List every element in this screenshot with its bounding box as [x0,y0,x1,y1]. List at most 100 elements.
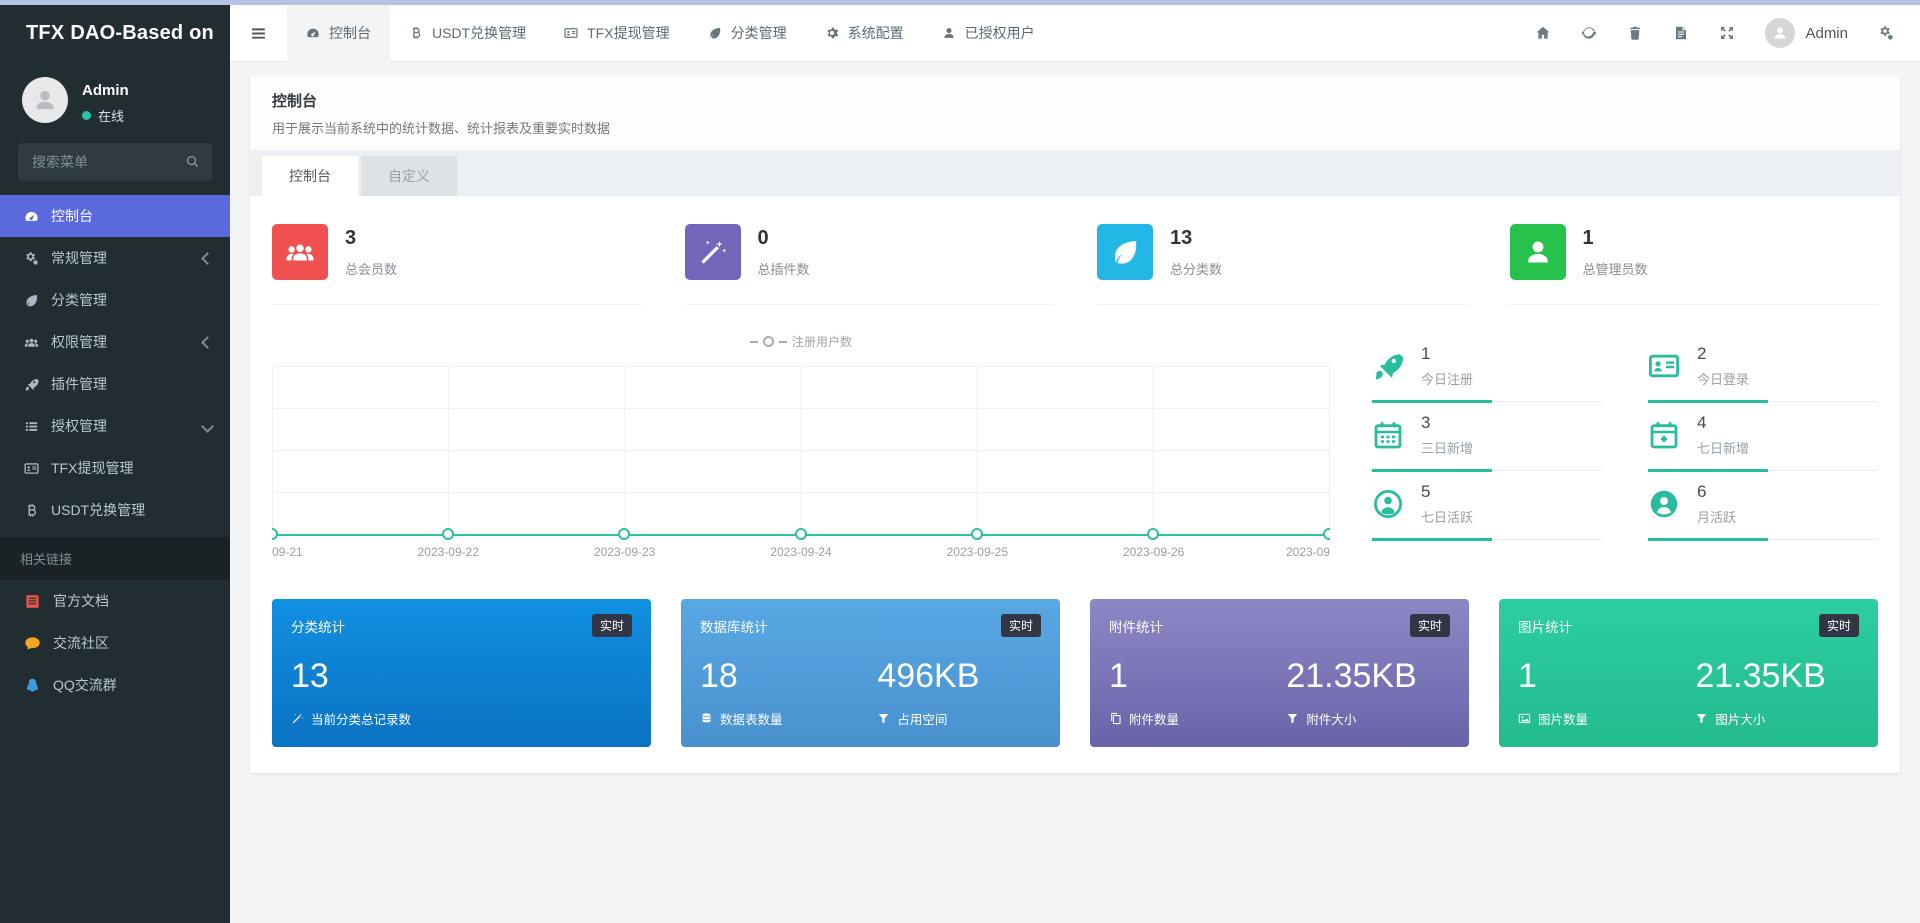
chart-legend[interactable]: 注册用户数 [272,333,1330,350]
card-second-value: 496KB [877,659,979,693]
topnav-tab-dashboard[interactable]: 控制台 [287,5,390,62]
users-icon [24,335,39,350]
sidebar-link-qq-group[interactable]: QQ交流群 [0,664,230,706]
mini-stat-value: 2 [1697,344,1749,364]
topnav-tab-label: TFX提现管理 [587,23,669,43]
stat-label: 总会员数 [345,259,397,278]
sidebar-item-general[interactable]: 常规管理 [0,237,230,279]
x-tick-label: 2023-09-25 [947,545,1008,559]
topnav-tab-label: 系统配置 [848,23,904,43]
sidebar-item-tfx-withdraw[interactable]: TFX提现管理 [0,447,230,489]
list-icon [24,419,39,434]
chevron-down-icon [201,420,214,433]
chart-point [442,528,454,540]
sidebar-link-docs[interactable]: 官方文档 [0,580,230,622]
page-subtitle: 用于展示当前系统中的统计数据、统计报表及重要实时数据 [272,118,1878,137]
mini-stat-7day-active: 5 七日活跃 [1372,471,1602,540]
topnav-tab-tfx-withdraw[interactable]: TFX提现管理 [545,5,688,62]
home-icon [1535,25,1551,41]
user-status-label: 在线 [98,106,124,125]
sidebar-link-label: 官方文档 [53,591,109,611]
card-title: 数据库统计 [700,616,768,636]
search-icon[interactable] [185,154,200,169]
qq-icon [24,677,41,694]
id-card-icon [1648,350,1680,382]
user-icon [942,26,956,40]
app-logo[interactable]: TFX DAO-Based on [0,5,230,61]
users-circle-icon [1648,488,1680,520]
panel-header: 控制台 用于展示当前系统中的统计数据、统计报表及重要实时数据 [250,75,1900,150]
middle-row: 注册用户数 09-21 2023-09-22 2023-0 [272,333,1878,563]
tab-dashboard[interactable]: 控制台 [262,156,358,196]
card-title: 附件统计 [1109,616,1163,636]
docs-button[interactable] [1673,25,1689,41]
refresh-button[interactable] [1581,25,1597,41]
legend-line [779,341,787,343]
mini-stat-label: 七日活跃 [1421,507,1473,526]
stat-label: 总插件数 [758,259,810,278]
card-second-label: 占用空间 [897,709,947,728]
magic-icon [698,237,728,267]
tab-custom[interactable]: 自定义 [361,156,457,196]
stat-total-admins: 1 总管理员数 [1510,224,1879,305]
mini-stat-label: 月活跃 [1697,507,1736,526]
sidebar-link-community[interactable]: 交流社区 [0,622,230,664]
home-button[interactable] [1535,25,1551,41]
card-value: 18 [700,659,877,693]
topbar-user-label: Admin [1805,25,1848,42]
card-title: 分类统计 [291,616,345,636]
user-icon [32,87,58,113]
filter-icon [1286,712,1299,725]
card-second-label: 附件大小 [1306,709,1356,728]
magic-icon [291,712,304,725]
users-icon [285,237,315,267]
realtime-badge: 实时 [1001,614,1041,637]
sidebar-item-license[interactable]: 授权管理 [0,405,230,447]
chart-point [272,528,278,540]
stat-total-categories: 13 总分类数 [1097,224,1466,305]
sidebar-item-dashboard[interactable]: 控制台 [0,195,230,237]
user-status: 在线 [82,106,129,125]
gear-icon [825,26,839,40]
sidebar-item-auth[interactable]: 权限管理 [0,321,230,363]
topnav-tab-usdt-exchange[interactable]: USDT兑换管理 [390,5,545,62]
card-value: 1 [1518,659,1695,693]
search-input[interactable] [18,143,212,181]
sidebar-item-label: 控制台 [51,206,93,226]
sidebar-link-label: 交流社区 [53,633,109,653]
sidebar-menu: 控制台 常规管理 分类管理 权限管理 插件管理 授权管理 TFX提现管理 [0,195,230,531]
card-value: 13 [291,659,468,693]
mini-stat-value: 6 [1697,482,1736,502]
sidebar-item-category[interactable]: 分类管理 [0,279,230,321]
sidebar-item-label: 插件管理 [51,374,107,394]
chart-point [1323,528,1330,540]
panel-tabs: 控制台 自定义 [250,150,1900,196]
topbar-actions: Admin [1535,18,1920,48]
sidebar-item-label: 常规管理 [51,248,107,268]
topnav-tab-category[interactable]: 分类管理 [689,5,806,62]
clear-cache-button[interactable] [1627,25,1643,41]
sidebar-item-label: USDT兑换管理 [51,500,145,520]
x-tick-label: 2023-09-23 [594,545,655,559]
topbar-user-menu[interactable]: Admin [1765,18,1848,48]
topnav-tab-authorized-users[interactable]: 已授权用户 [923,5,1054,62]
sidebar-item-usdt-exchange[interactable]: USDT兑换管理 [0,489,230,531]
fullscreen-button[interactable] [1719,25,1735,41]
mini-stat-value: 5 [1421,482,1473,502]
chart-point [795,528,807,540]
topnav-tab-system-config[interactable]: 系统配置 [806,5,923,62]
sidebar-user-panel: Admin 在线 [0,61,230,135]
sidebar-toggle-button[interactable] [230,25,287,42]
sidebar: TFX DAO-Based on Admin 在线 控制台 常规管理 [0,5,230,923]
user-avatar[interactable] [22,77,68,123]
sidebar-item-addon[interactable]: 插件管理 [0,363,230,405]
card-second-value: 21.35KB [1695,659,1825,693]
card-category-stats: 分类统计 实时 13 当前分类总记录数 [272,599,651,747]
mini-stat-today-logins: 2 今日登录 [1648,333,1878,402]
gears-icon [24,251,39,266]
calendar-icon [1372,419,1404,451]
topbar: 控制台 USDT兑换管理 TFX提现管理 分类管理 系统配置 已授权用户 Adm… [230,5,1920,62]
settings-button[interactable] [1878,25,1894,41]
summary-cards-row: 分类统计 实时 13 当前分类总记录数 数据库统计 [272,599,1878,747]
card-value: 1 [1109,659,1286,693]
